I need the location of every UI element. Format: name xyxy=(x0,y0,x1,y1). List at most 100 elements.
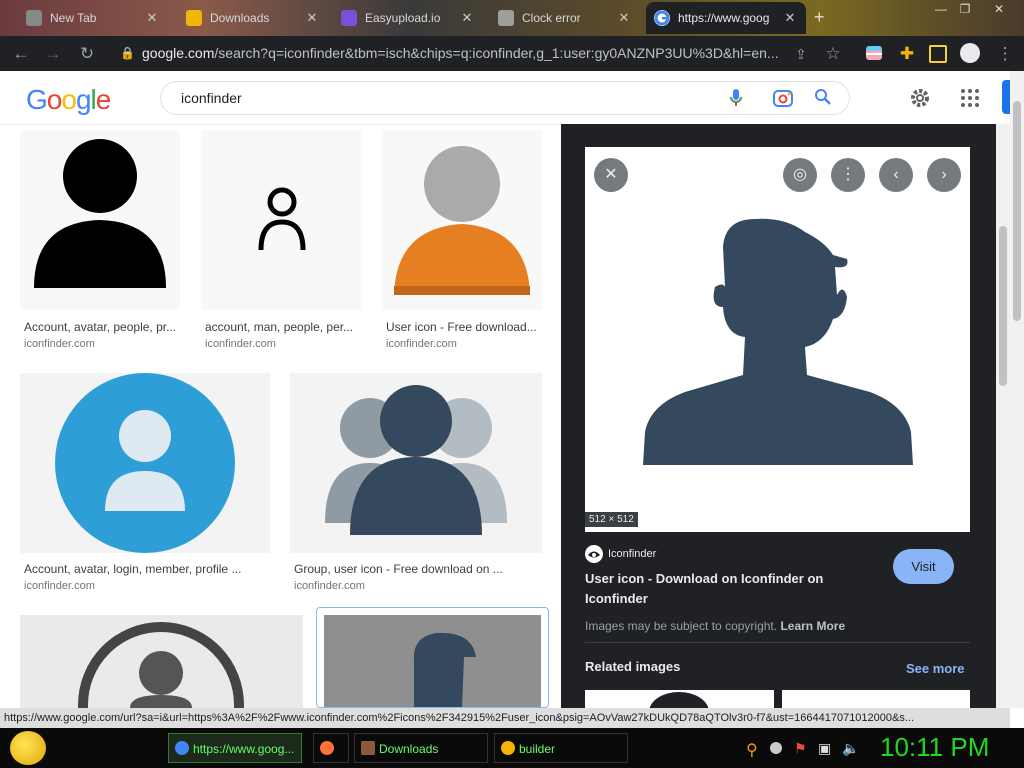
browser-menu-icon[interactable]: ⋮ xyxy=(994,43,1016,65)
tray-flag-icon[interactable]: ⚑ xyxy=(794,740,807,757)
result-source: iconfinder.com xyxy=(386,338,457,350)
window-close-icon[interactable]: ✕ xyxy=(984,0,1014,18)
maximize-icon[interactable]: ❐ xyxy=(954,0,976,18)
network-icon[interactable]: ▣ xyxy=(818,740,831,757)
settings-gear-icon[interactable] xyxy=(908,86,932,113)
image-title-line1[interactable]: User icon - Download on Iconfinder on xyxy=(585,571,823,586)
bookmark-star-icon[interactable]: ☆ xyxy=(822,43,844,65)
taskbar-item-downloads[interactable]: Downloads xyxy=(354,733,488,763)
google-logo[interactable]: Google xyxy=(26,84,111,116)
image-dimensions: 512 × 512 xyxy=(585,512,638,527)
tab-title: https://www.goog xyxy=(678,11,770,25)
search-input[interactable]: iconfinder xyxy=(181,90,242,106)
voice-search-mic-icon[interactable] xyxy=(728,88,744,111)
url-host: google.com xyxy=(142,45,215,61)
result-caption[interactable]: User icon - Free download... xyxy=(386,320,546,334)
taskbar-item-firefox[interactable] xyxy=(313,733,349,763)
tab-clock-error[interactable]: Clock error ✕ xyxy=(490,2,640,34)
result-thumb-account-man[interactable] xyxy=(201,130,361,310)
close-panel-icon[interactable]: ✕ xyxy=(594,158,628,192)
image-title-line2[interactable]: Iconfinder xyxy=(585,591,648,606)
start-smiley-icon[interactable] xyxy=(10,731,46,765)
search-magnifier-icon[interactable] xyxy=(814,88,832,109)
person-silhouette-icon xyxy=(34,139,166,288)
share-icon[interactable]: ⇪ xyxy=(790,43,812,65)
lens-camera-icon[interactable] xyxy=(772,88,794,111)
lens-search-icon[interactable]: ◎ xyxy=(783,158,817,192)
reload-icon[interactable]: ↻ xyxy=(76,43,98,65)
scrollbar-thumb[interactable] xyxy=(999,226,1007,386)
forward-arrow-icon[interactable]: → xyxy=(42,43,64,65)
google-apps-grid-icon[interactable] xyxy=(960,88,980,111)
volume-icon[interactable]: 🔈 xyxy=(842,740,859,757)
result-thumb-user-circle-gray[interactable] xyxy=(20,615,303,708)
result-source: iconfinder.com xyxy=(24,580,95,592)
result-thumb-user-selected[interactable] xyxy=(316,607,549,708)
result-caption[interactable]: Account, avatar, people, pr... xyxy=(24,320,184,334)
sign-in-button[interactable] xyxy=(1002,80,1010,114)
google-favicon-icon xyxy=(654,10,670,26)
user-circle-gray-icon xyxy=(78,622,244,708)
copyright-text: Images may be subject to copyright. xyxy=(585,619,778,633)
extensions-puzzle-icon[interactable]: ✚ xyxy=(896,43,918,65)
result-thumb-user-orange[interactable] xyxy=(382,130,542,310)
tray-status-icon[interactable] xyxy=(770,742,782,754)
previous-image-icon[interactable]: ‹ xyxy=(879,158,913,192)
profile-avatar-icon[interactable] xyxy=(960,43,980,63)
preview-image[interactable] xyxy=(585,147,970,532)
new-tab-plus-icon[interactable]: + xyxy=(814,7,825,28)
taskbar-label: Downloads xyxy=(379,742,439,756)
minimize-icon[interactable]: — xyxy=(930,0,952,18)
learn-more-link[interactable]: Learn More xyxy=(780,619,845,633)
extension-flag-icon[interactable] xyxy=(866,46,882,60)
result-caption[interactable]: Group, user icon - Free download on ... xyxy=(294,562,544,576)
result-source: iconfinder.com xyxy=(294,580,365,592)
tab-easyupload[interactable]: Easyupload.io ✕ xyxy=(333,2,483,34)
visit-button[interactable]: Visit xyxy=(893,549,954,584)
tab-title: New Tab xyxy=(50,11,97,25)
status-url: https://www.google.com/url?sa=i&url=http… xyxy=(4,712,915,724)
person-outline-icon xyxy=(258,187,306,251)
search-tray-icon[interactable]: ⚲ xyxy=(746,740,758,760)
taskbar-label: https://www.goog... xyxy=(193,742,295,756)
taskbar-label: builder xyxy=(519,742,556,756)
result-thumb-account-login[interactable] xyxy=(20,373,270,553)
taskbar-item-builder[interactable]: builder xyxy=(494,733,628,763)
folder-icon xyxy=(361,741,375,755)
tab-google-active[interactable]: https://www.goog ✕ xyxy=(646,2,806,34)
user-circle-blue-icon xyxy=(55,373,235,553)
link-status-bar: https://www.google.com/url?sa=i&url=http… xyxy=(0,708,1010,728)
result-caption[interactable]: Account, avatar, login, member, profile … xyxy=(24,562,274,576)
outer-scrollbar[interactable] xyxy=(1010,71,1024,708)
site-name[interactable]: Iconfinder xyxy=(608,548,656,560)
close-tab-icon[interactable]: ✕ xyxy=(782,10,798,26)
search-box[interactable] xyxy=(160,81,850,115)
related-images-heading: Related images xyxy=(585,659,681,674)
tab-title: Clock error xyxy=(522,11,581,25)
close-tab-icon[interactable]: ✕ xyxy=(459,10,475,26)
back-arrow-icon[interactable]: ← xyxy=(10,43,32,65)
close-tab-icon[interactable]: ✕ xyxy=(144,10,160,26)
taskbar-item-chrome[interactable]: https://www.goog... xyxy=(168,733,302,763)
result-thumb-group-user[interactable] xyxy=(290,373,542,553)
see-more-link[interactable]: See more xyxy=(906,661,965,676)
more-options-icon[interactable]: ⋮ xyxy=(831,158,865,192)
result-thumb-account-avatar[interactable] xyxy=(20,130,180,310)
close-tab-icon[interactable]: ✕ xyxy=(616,10,632,26)
tab-title: Easyupload.io xyxy=(365,11,441,25)
result-caption[interactable]: account, man, people, per... xyxy=(205,320,365,334)
related-image-2[interactable] xyxy=(782,690,970,708)
sidepanel-icon[interactable] xyxy=(929,45,947,63)
taskbar-clock[interactable]: 10:11 PM xyxy=(880,732,989,763)
clock-error-favicon-icon xyxy=(498,10,514,26)
tab-downloads[interactable]: Downloads ✕ xyxy=(178,2,328,34)
address-bar[interactable]: 🔒 google.com/search?q=iconfinder&tbm=isc… xyxy=(110,40,848,66)
new-tab-favicon-icon xyxy=(26,10,42,26)
outer-scrollbar-thumb[interactable] xyxy=(1013,101,1021,321)
next-image-icon[interactable]: › xyxy=(927,158,961,192)
close-tab-icon[interactable]: ✕ xyxy=(304,10,320,26)
related-image-1[interactable] xyxy=(585,690,774,708)
tab-new-tab[interactable]: New Tab ✕ xyxy=(18,2,168,34)
downloads-favicon-icon xyxy=(186,10,202,26)
page-scrollbar[interactable] xyxy=(996,124,1010,708)
